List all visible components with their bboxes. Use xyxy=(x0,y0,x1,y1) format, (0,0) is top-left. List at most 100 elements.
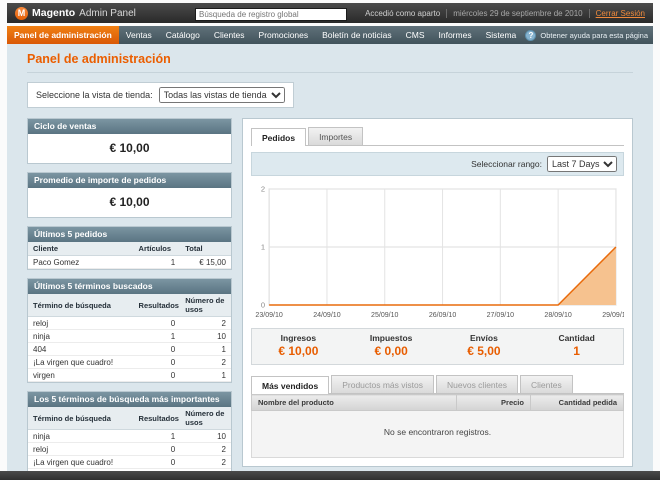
total-revenue: Ingresos € 10,00 xyxy=(252,329,345,364)
nav-item-cms[interactable]: CMS xyxy=(399,26,432,44)
store-view-select[interactable]: Todas las vistas de tienda xyxy=(158,87,285,103)
table-cell: 2 xyxy=(180,316,231,330)
range-label: Seleccionar rango: xyxy=(471,159,542,169)
nav-item-customers[interactable]: Clientes xyxy=(207,26,252,44)
average-orders-title: Promedio de importe de pedidos xyxy=(28,173,231,188)
table-cell: Paco Gomez xyxy=(28,255,134,269)
table-cell: 2 xyxy=(180,442,231,456)
table-cell: 0 xyxy=(133,342,181,356)
average-orders-panel: Promedio de importe de pedidos € 10,00 xyxy=(27,172,232,218)
tab-most-viewed[interactable]: Productos más vistos xyxy=(331,375,434,393)
nav-item-reports[interactable]: Informes xyxy=(432,26,479,44)
table-cell: 0 xyxy=(133,355,181,369)
separator xyxy=(588,8,590,18)
orders-chart-container: 0 1 2 23/09/10 24/09/10 25/09/10 26/09/10 27/09… xyxy=(251,182,624,322)
nav-item-system[interactable]: Sistema xyxy=(479,26,524,44)
table-body: Paco Gomez 1 € 15,00 xyxy=(28,255,231,269)
table-cell: 2 xyxy=(180,355,231,369)
total-label: Cantidad xyxy=(558,333,595,343)
table-row: reloj 0 2 xyxy=(28,442,231,456)
header-bar: M Magento Admin Panel Accedió como apart… xyxy=(7,3,653,23)
table-cell: 1 xyxy=(180,368,231,382)
help-icon: ? xyxy=(525,29,537,41)
chart-tabs: Pedidos Importes xyxy=(251,127,624,146)
nav-item-newsletter[interactable]: Boletín de noticias xyxy=(315,26,398,44)
svg-text:0: 0 xyxy=(261,301,265,310)
nav-item-catalog[interactable]: Catálogo xyxy=(159,26,207,44)
table-row: 40401 xyxy=(28,342,231,356)
table-cell: reloj xyxy=(28,316,134,330)
last-orders-title: Últimos 5 pedidos xyxy=(28,227,231,242)
range-select[interactable]: Last 7 Days xyxy=(547,156,617,172)
last-search-terms-title: Últimos 5 términos buscados xyxy=(28,279,231,294)
page-help-link[interactable]: ? Obtener ayuda para esta página xyxy=(525,26,653,44)
svg-text:23/09/10: 23/09/10 xyxy=(255,312,283,319)
table-cell: 1 xyxy=(180,342,231,356)
top-search-terms-panel: Los 5 términos de búsqueda más important… xyxy=(27,391,232,480)
last-search-terms-table: Término de búsqueda Resultados Número de… xyxy=(28,294,231,382)
table-cell: 10 xyxy=(180,429,231,443)
table-cell: 404 xyxy=(28,342,134,356)
column-header: Artículos xyxy=(133,242,181,256)
column-header: Término de búsqueda xyxy=(28,294,134,317)
svg-text:25/09/10: 25/09/10 xyxy=(371,312,399,319)
last-orders-table: Cliente Artículos Total Paco Gomez 1 € 15,… xyxy=(28,242,231,269)
table-cell: 0 xyxy=(133,316,181,330)
column-header: Número de usos xyxy=(180,294,231,317)
separator xyxy=(446,8,448,18)
table-row: virgen 0 1 xyxy=(28,368,231,382)
table-cell: reloj xyxy=(28,442,134,456)
table-cell: 0 xyxy=(133,368,181,382)
global-search xyxy=(195,4,347,22)
column-header: Número de usos xyxy=(180,407,231,430)
table-row: reloj 0 2 xyxy=(28,316,231,330)
table-cell: ¡La virgen que cuadro! xyxy=(28,355,134,369)
table-body: reloj 0 2 ninja 1 10 404 0 1 ¡La virgen que cuadr… xyxy=(28,316,231,382)
top-search-terms-title: Los 5 términos de búsqueda más important… xyxy=(28,392,231,407)
total-shipping: Envíos € 5,00 xyxy=(438,329,531,364)
table-cell: ninja xyxy=(28,329,134,343)
table-cell: ninja xyxy=(28,429,134,443)
total-label: Ingresos xyxy=(280,333,317,343)
table-cell: 1 xyxy=(133,329,181,343)
logout-link[interactable]: Cerrar Sesión xyxy=(596,9,645,18)
table-cell: 10 xyxy=(180,329,231,343)
store-view-label: Seleccione la vista de tienda: xyxy=(36,90,153,100)
table-row: ninja 1 10 xyxy=(28,429,231,443)
total-value: € 10,00 xyxy=(278,344,319,358)
column-header: Precio xyxy=(455,394,531,411)
total-value: € 0,00 xyxy=(374,344,408,358)
range-selector-row: Seleccionar rango: Last 7 Days xyxy=(251,152,624,176)
help-label: Obtener ayuda para esta página xyxy=(540,30,648,40)
nav-item-dashboard[interactable]: Panel de administración xyxy=(7,26,119,44)
table-cell: ¡La virgen que cuadro! xyxy=(28,455,134,469)
total-value: 1 xyxy=(573,344,580,358)
nav-item-sales[interactable]: Ventas xyxy=(119,26,159,44)
table-cell: 0 xyxy=(133,455,181,469)
tab-bestsellers[interactable]: Más vendidos xyxy=(251,376,330,394)
nav-item-promotions[interactable]: Promociones xyxy=(252,26,316,44)
global-search-input[interactable] xyxy=(195,8,347,21)
page-title: Panel de administración xyxy=(27,52,633,73)
main-nav: Panel de administración Ventas Catálogo … xyxy=(7,26,653,44)
tab-amounts[interactable]: Importes xyxy=(308,127,364,145)
svg-text:29/09/10: 29/09/10 xyxy=(602,312,624,319)
column-header: Total xyxy=(180,242,231,256)
brand: M Magento Admin Panel xyxy=(15,6,195,20)
tab-orders[interactable]: Pedidos xyxy=(251,128,307,146)
admin-page: M Magento Admin Panel Accedió como apart… xyxy=(7,3,653,480)
total-value: € 5,00 xyxy=(467,344,501,358)
total-tax: Impuestos € 0,00 xyxy=(345,329,438,364)
last-search-terms-panel: Últimos 5 términos buscados Término de b… xyxy=(27,278,232,383)
column-header: Nombre del producto xyxy=(251,394,457,411)
tab-customers[interactable]: Clientes xyxy=(520,375,573,393)
svg-text:2: 2 xyxy=(261,185,265,194)
table-cell: 1 xyxy=(133,429,181,443)
header-user-area: Accedió como aparto miércoles 29 de sept… xyxy=(365,8,645,18)
totals-bar: Ingresos € 10,00 Impuestos € 0,00 Envíos… xyxy=(251,328,624,365)
orders-chart: 0 1 2 23/09/10 24/09/10 25/09/10 26/09/10 27/09… xyxy=(255,185,624,319)
column-header: Cliente xyxy=(28,242,134,256)
table-cell: € 15,00 xyxy=(180,255,231,269)
table-cell: 1 xyxy=(133,255,181,269)
tab-new-customers[interactable]: Nuevos clientes xyxy=(436,375,519,393)
